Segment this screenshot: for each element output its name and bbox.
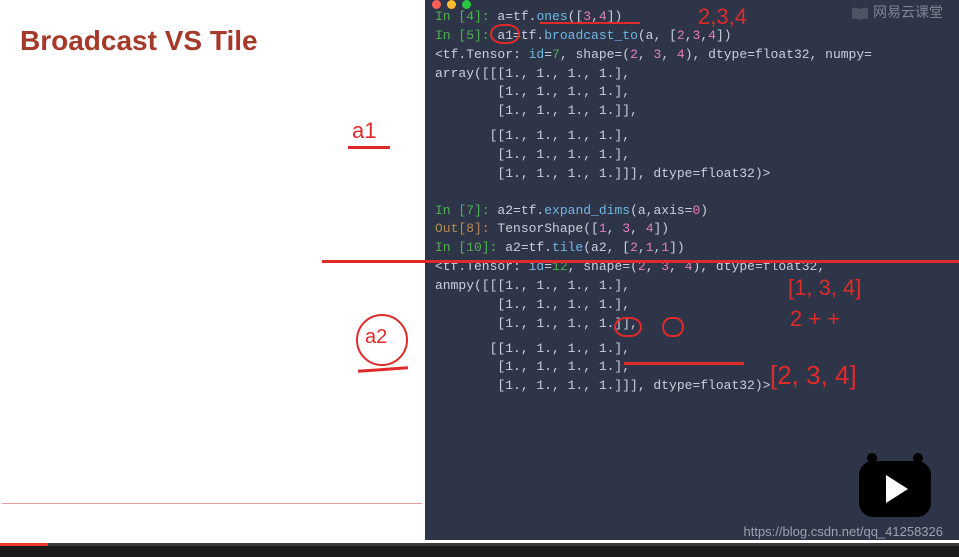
minimize-dot-icon: [447, 0, 456, 9]
code-line-in5: In [5]: a1=tf.broadcast_to(a, [2,3,4]): [435, 27, 949, 46]
progress-track[interactable]: [0, 543, 959, 546]
watermark-text: 网易云课堂: [873, 4, 943, 24]
array1-l5: [1., 1., 1., 1.],: [435, 146, 949, 165]
terminal-panel: In [4]: a=tf.ones([3,4]) In [5]: a1=tf.b…: [425, 0, 959, 540]
progress-fill: [0, 543, 48, 546]
zoom-dot-icon: [462, 0, 471, 9]
code-line-in10: In [10]: a2=tf.tile(a2, [2,1,1]): [435, 239, 949, 258]
annotation-underline-ones: [540, 22, 640, 24]
annotation-a1-underline: [348, 146, 390, 149]
tensor1-header: <tf.Tensor: id=7, shape=(2, 3, 4), dtype…: [435, 46, 949, 65]
array1-l1: array([[[1., 1., 1., 1.],: [435, 65, 949, 84]
play-button[interactable]: [859, 461, 931, 517]
array2-l3: [[1., 1., 1., 1.],: [435, 340, 949, 359]
source-url: https://blog.csdn.net/qq_41258326: [744, 524, 944, 539]
window-buttons: [428, 0, 475, 13]
out8: Out[8]: TensorShape([1, 3, 4]): [435, 220, 949, 239]
slide-title: Broadcast VS Tile: [20, 25, 405, 57]
array2-l1: [1., 1., 1., 1.],: [435, 296, 949, 315]
close-dot-icon: [432, 0, 441, 9]
video-frame: Broadcast VS Tile In [4]: a=tf.ones([3,4…: [0, 0, 959, 540]
code-line-in7: In [7]: a2=tf.expand_dims(a,axis=0): [435, 202, 949, 221]
book-icon: [851, 7, 869, 21]
video-controls[interactable]: [0, 543, 959, 557]
array1-l6: [1., 1., 1., 1.]]], dtype=float32)>: [435, 165, 949, 184]
array2-l5: [1., 1., 1., 1.]]], dtype=float32)>: [435, 377, 949, 396]
tensor2-header: <tf.Tensor: id=12, shape=(2, 3, 4), dtyp…: [435, 258, 949, 277]
array1-l2: [1., 1., 1., 1.],: [435, 83, 949, 102]
watermark: 网易云课堂: [851, 4, 943, 24]
array2-l0: anmpy([[[1., 1., 1., 1.],: [435, 277, 949, 296]
array1-l3: [1., 1., 1., 1.]],: [435, 102, 949, 121]
play-icon: [886, 475, 908, 503]
array1-l4: [[1., 1., 1., 1.],: [435, 127, 949, 146]
annotation-underline-shape: [624, 362, 744, 365]
array2-l2: [1., 1., 1., 1.]],: [435, 315, 949, 334]
slide-panel: Broadcast VS Tile: [0, 0, 425, 540]
